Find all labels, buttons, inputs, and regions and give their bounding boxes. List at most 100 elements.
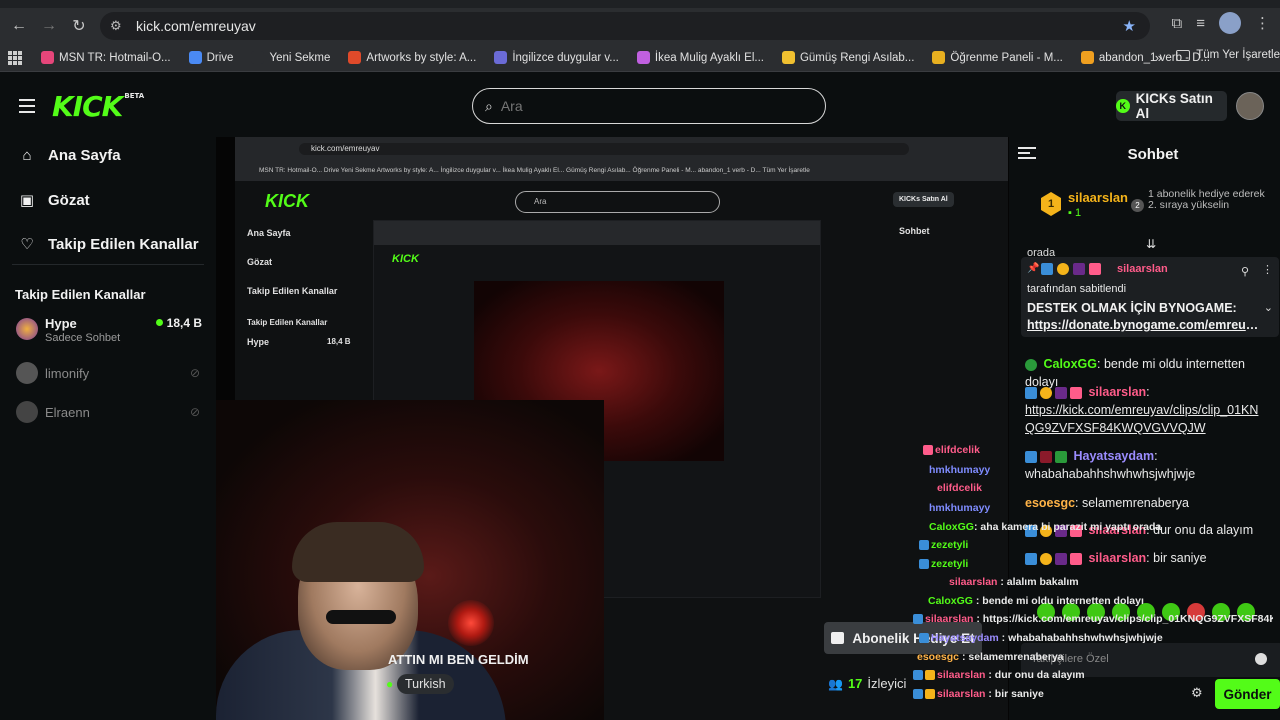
badge-icon: [1041, 263, 1053, 275]
overlay-message: CaloxGG: aha kamera bi parazit mi yaptı …: [929, 521, 1162, 533]
followed-channels-title: Takip Edilen Kanallar: [15, 287, 146, 302]
bookmark-item[interactable]: MSN TR: Hotmail-O...: [32, 51, 180, 64]
browser-toolbar: ← → ↻ ⚙ kick.com/emreuyav ★ ⧉ ≡ ⋮: [0, 8, 1280, 44]
overlay-message: silaarslan : https://kick.com/emreuyav/c…: [913, 613, 1273, 625]
search-box[interactable]: ⌕: [472, 88, 826, 124]
streamer-glasses: [326, 610, 396, 624]
kick-logo[interactable]: KICK BETA: [52, 90, 144, 123]
viewer-count: 👥 17 İzleyici: [828, 676, 907, 691]
channel-item-hype[interactable]: Hype Sadece Sohbet 18,4 B: [16, 316, 206, 348]
captured-channel-viewers: 18,4 B: [327, 337, 351, 346]
chevron-down-icon[interactable]: ⌄: [1264, 301, 1273, 314]
extensions-icon[interactable]: ⧉: [1172, 15, 1183, 32]
stream-chat-overlay: elifdcelik hmkhumayy elifdcelik hmkhumay…: [913, 444, 1280, 720]
pinned-link[interactable]: https://donate.bynogame.com/emreuyav: [1027, 318, 1259, 332]
nested-kick-logo: KICK: [392, 253, 419, 265]
gift-count-icon: ▪: [1068, 207, 1075, 219]
bookmark-item[interactable]: İngilizce duygular v...: [485, 51, 628, 64]
profile-avatar[interactable]: [1219, 12, 1241, 34]
all-bookmarks-button[interactable]: Tüm Yer İşaretle: [1176, 49, 1280, 61]
nested-chrome: [374, 221, 820, 245]
overlay-message: esoesgc : selamemrenaberya: [917, 651, 1064, 663]
chat-title: Sohbet: [1127, 146, 1179, 163]
offline-icon: ⊘: [189, 366, 200, 380]
captured-kick-logo: KICK: [265, 191, 309, 211]
captured-followed-title: Takip Edilen Kanallar: [247, 318, 328, 327]
more-options-icon[interactable]: ⋮: [1262, 263, 1273, 276]
leader-name: silaarslan: [1068, 190, 1128, 205]
chat-message[interactable]: silaarslan: https://kick.com/emreuyav/cli…: [1025, 383, 1263, 437]
user-badge-icon: [1025, 386, 1037, 399]
user-badge-icon: [1040, 386, 1052, 399]
overlay-message: Hayatsaydam : whabahabahhshwhwhsjwhjwje: [919, 632, 1163, 644]
user-badge-icon: [1070, 386, 1082, 399]
bookmarks-bar: MSN TR: Hotmail-O... Drive Yeni Sekme Ar…: [0, 44, 1280, 72]
nav-home[interactable]: ⌂ Ana Sayfa: [19, 147, 120, 164]
gift-badge-icon: [1089, 263, 1101, 275]
offline-icon: ⊘: [189, 405, 200, 419]
address-bar[interactable]: ⚙ kick.com/emreuyav ★: [100, 12, 1150, 40]
bookmark-favicon-icon: [781, 51, 795, 64]
overlay-message: zezetyli: [919, 558, 968, 570]
search-input[interactable]: [500, 98, 781, 114]
streamer-webcam: [216, 400, 604, 720]
bookmark-star-icon[interactable]: ★: [1123, 17, 1136, 35]
bookmark-item[interactable]: Yeni Sekme: [242, 51, 339, 64]
overlay-message: silaarslan : alalım bakalım: [949, 576, 1079, 588]
user-avatar[interactable]: [1236, 92, 1264, 120]
captured-nav-item: Gözat: [247, 257, 273, 267]
channel-item-elraenn[interactable]: Elraenn ⊘: [16, 399, 206, 431]
overlay-message: zezetyli: [919, 539, 968, 551]
back-icon[interactable]: ←: [4, 11, 34, 41]
gift-leaderboard[interactable]: 1 silaarslan ▪ 1 2 1 abonelik hediye ede…: [1009, 181, 1280, 237]
stream-title: ATTIN MI BEN GELDİM: [388, 652, 529, 667]
reload-icon[interactable]: ↻: [64, 11, 94, 41]
user-badge-icon: [1025, 358, 1037, 371]
search-icon: ⌕: [485, 97, 493, 114]
expand-leaderboard-icon[interactable]: ⇊: [1146, 237, 1156, 251]
reading-list-icon[interactable]: ≡: [1196, 15, 1205, 32]
folder-icon: [1176, 49, 1191, 61]
nav-browse[interactable]: ▣ Gözat: [19, 191, 90, 210]
bookmark-favicon-icon: [188, 51, 202, 64]
captured-channel: Hype: [247, 337, 270, 347]
home-icon: ⌂: [22, 147, 32, 164]
site-header: KICKBETA ⌕ K KICKs Satın Al: [0, 72, 1280, 137]
buy-kicks-button[interactable]: K KICKs Satın Al: [1116, 91, 1227, 121]
bookmark-item[interactable]: Öğrenme Paneli - M...: [923, 51, 1071, 64]
menu-icon[interactable]: ⋮: [1255, 14, 1270, 32]
address-url[interactable]: kick.com/emreuyav: [136, 18, 256, 34]
bookmark-item[interactable]: Drive: [180, 51, 243, 64]
apps-grid-icon[interactable]: [8, 50, 24, 65]
captured-nav-item: Ana Sayfa: [247, 228, 291, 238]
menu-toggle-icon[interactable]: [19, 99, 35, 117]
pinned-message[interactable]: 📌 silaarslan ⚲ ⋮ tarafından sabitlendi D…: [1021, 257, 1279, 337]
bookmark-item[interactable]: Artworks by style: A...: [339, 51, 485, 64]
gift-icon: [831, 632, 845, 644]
bookmark-favicon-icon: [348, 51, 362, 64]
nav-following[interactable]: ♡ Takip Edilen Kanallar: [19, 235, 198, 254]
red-lamp: [448, 600, 494, 646]
heart-icon: ♡: [20, 236, 34, 253]
bookmark-item[interactable]: Gümüş Rengi Asılab...: [773, 51, 923, 64]
bookmark-favicon-icon: [494, 51, 508, 64]
kicks-coin-icon: K: [1116, 99, 1130, 113]
bookmark-favicon-icon: [41, 51, 54, 64]
badge-icon: [1057, 263, 1069, 275]
captured-buy-button: KICKs Satın Al: [893, 192, 954, 207]
captured-browser-chrome: kick.com/emreuyav MSN TR: Hotmail-O... D…: [235, 137, 1008, 181]
leader-count: ▪ 1: [1068, 207, 1082, 219]
badge-icon: [1073, 263, 1085, 275]
language-tag[interactable]: Turkish: [397, 674, 454, 694]
channel-item-limonify[interactable]: limonify ⊘: [16, 360, 206, 392]
site-settings-icon[interactable]: ⚙: [110, 18, 130, 34]
unpin-icon[interactable]: ⚲: [1241, 265, 1249, 278]
overlay-message: silaarslan : dur onu da alayım: [913, 669, 1085, 681]
bookmarks-overflow-button[interactable]: »: [1155, 50, 1162, 65]
forward-icon[interactable]: →: [34, 11, 64, 41]
viewers-icon: 👥: [828, 676, 843, 691]
video-player[interactable]: kick.com/emreuyav MSN TR: Hotmail-O... D…: [216, 137, 1009, 720]
captured-nav-item: Takip Edilen Kanallar: [247, 286, 338, 296]
bookmark-item[interactable]: İkea Mulig Ayaklı El...: [628, 51, 773, 64]
streamer-hair: [292, 522, 424, 582]
